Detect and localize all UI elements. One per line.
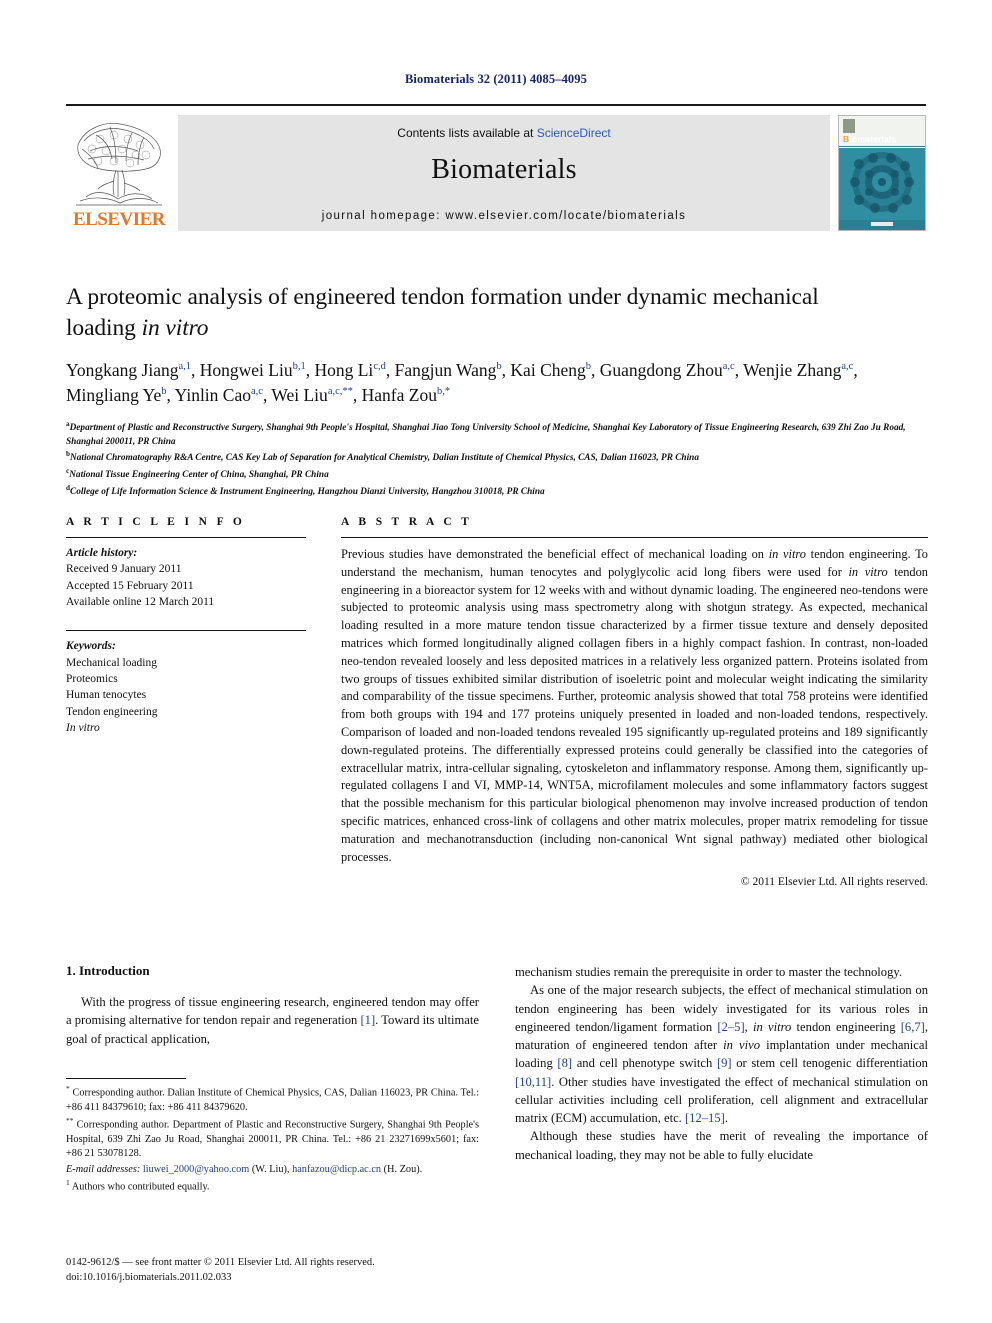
keywords-block: Keywords: Mechanical loading Proteomics Hu… <box>66 631 306 736</box>
affiliation-item: cNational Tissue Engineering Center of C… <box>66 467 329 481</box>
footnote-corresponding-2: ** Corresponding author. Department of P… <box>66 1116 479 1160</box>
keyword-items: Mechanical loading Proteomics Human tenocy… <box>66 655 306 737</box>
affiliation-item: dCollege of Life Information Science & I… <box>66 484 545 498</box>
elsevier-wordmark: ELSEVIER <box>72 209 166 230</box>
body-column-right: mechanism studies remain the prerequisit… <box>515 963 928 1164</box>
author-affiliation-marker: b <box>585 361 592 373</box>
keyword-item: Human tenocytes <box>66 689 147 702</box>
introduction-heading: 1. Introduction <box>66 963 150 978</box>
affiliation-list: aDepartment of Plastic and Reconstructiv… <box>66 419 928 500</box>
issn-line: 0142-9612/$ — see front matter © 2011 El… <box>66 1257 375 1268</box>
doi-line[interactable]: doi:10.1016/j.biomaterials.2011.02.033 <box>66 1270 566 1285</box>
article-history-item: Received 9 January 2011 <box>66 563 182 576</box>
keywords-label: Keywords: <box>66 640 116 653</box>
page-footer: 0142-9612/$ — see front matter © 2011 El… <box>66 1255 566 1285</box>
title-line-2-italic: in vitro <box>141 314 209 341</box>
right-paragraph-1: mechanism studies remain the prerequisit… <box>515 965 903 979</box>
journal-masthead: ELSEVIER Contents lists available at Sci… <box>66 104 926 231</box>
elsevier-logo: ELSEVIER <box>66 115 172 231</box>
author-affiliation-marker: b <box>161 386 167 398</box>
author-name: Yinlin Cao <box>174 384 251 405</box>
abstract-heading: A B S T R A C T <box>341 516 473 528</box>
journal-article-page: Biomaterials 32 (2011) 4085–4095 ELSEVIE… <box>0 0 992 1323</box>
journal-header-band: Contents lists available at ScienceDirec… <box>178 115 830 231</box>
author-affiliation-marker: b,* <box>436 386 451 398</box>
footnotes-block: * Corresponding author. Dalian Institute… <box>66 1078 479 1196</box>
affiliation-marker: d <box>66 484 70 493</box>
running-head: Biomaterials 32 (2011) 4085–4095 <box>404 72 587 86</box>
affiliation-marker: c <box>66 467 70 476</box>
author-affiliation-marker: a,c <box>250 386 263 398</box>
footnote-equal-contribution: 1 Authors who contributed equally. <box>66 1178 210 1193</box>
author-name: Fangjun Wang <box>394 360 497 381</box>
article-history-block: Article history: Received 9 January 2011… <box>66 538 306 610</box>
article-info-heading: A R T I C L E I N F O <box>66 516 246 528</box>
affiliation-item: bNational Chromatography R&A Centre, CAS… <box>66 450 700 464</box>
keyword-item: Proteomics <box>66 672 118 685</box>
article-info-column: A R T I C L E I N F O Article history: R… <box>66 516 306 888</box>
footnote-rule <box>66 1078 186 1079</box>
contents-prefix-text: Contents lists available at <box>397 126 537 140</box>
journal-homepage-line[interactable]: journal homepage: www.elsevier.com/locat… <box>178 210 830 222</box>
author-name: Wei Liu <box>271 384 328 405</box>
affiliation-item: aDepartment of Plastic and Reconstructiv… <box>66 419 906 447</box>
author-affiliation-marker: b,1 <box>292 361 306 373</box>
title-line-1: A proteomic analysis of engineered tendo… <box>66 284 819 310</box>
author-name: Hong Li <box>314 360 374 381</box>
abstract-column: A B S T R A C T Previous studies have de… <box>341 516 928 888</box>
footnote-emails: E-mail addresses: liuwei_2000@yahoo.com … <box>66 1163 423 1175</box>
affiliation-marker: a <box>66 419 70 428</box>
author-name: Mingliang Ye <box>66 384 162 405</box>
article-history-item: Accepted 15 February 2011 <box>66 579 194 592</box>
copyright-line: © 2011 Elsevier Ltd. All rights reserved… <box>740 876 928 889</box>
author-name: Kai Cheng <box>510 360 586 381</box>
contents-available-line: Contents lists available at ScienceDirec… <box>178 115 830 140</box>
article-history-item: Available online 12 March 2011 <box>66 595 215 608</box>
affiliation-marker: b <box>66 450 70 459</box>
introduction-paragraph-left: With the progress of tissue engineering … <box>66 995 479 1046</box>
footnote-corresponding-1: * Corresponding author. Dalian Institute… <box>66 1084 479 1113</box>
sciencedirect-link[interactable]: ScienceDirect <box>537 126 611 140</box>
info-and-abstract: A R T I C L E I N F O Article history: R… <box>66 516 928 888</box>
author-affiliation-marker: a,1 <box>178 361 192 373</box>
page-title: A proteomic analysis of engineered tendo… <box>66 282 928 343</box>
right-paragraph-2: As one of the major research subjects, t… <box>515 983 928 1125</box>
right-paragraph-3: Although these studies have the merit of… <box>515 1129 928 1162</box>
article-history-items: Received 9 January 2011 Accepted 15 Febru… <box>66 561 306 610</box>
author-affiliation-marker: a,c <box>722 361 735 373</box>
abstract-text: Previous studies have demonstrated the b… <box>341 547 928 864</box>
title-block: A proteomic analysis of engineered tendo… <box>66 282 928 500</box>
cover-artwork <box>839 148 925 230</box>
author-affiliation-marker: a,c <box>841 361 854 373</box>
title-line-2-plain: loading <box>66 314 142 341</box>
cover-footer-text: ELSEVIER <box>872 222 892 227</box>
author-name: Yongkang Jiang <box>66 360 179 381</box>
author-name: Guangdong Zhou <box>599 360 723 381</box>
author-name: Hongwei Liu <box>199 360 293 381</box>
journal-cover-thumbnail: Biomaterials ELSEVIER <box>838 115 926 231</box>
journal-title: Biomaterials <box>431 154 577 185</box>
author-affiliation-marker: a,c,** <box>327 386 353 398</box>
keyword-item: Mechanical loading <box>66 656 158 669</box>
author-name: Wenjie Zhang <box>743 360 842 381</box>
keyword-item: In vitro <box>66 721 100 734</box>
author-name: Hanfa Zou <box>361 384 437 405</box>
elsevier-tree-icon <box>76 123 162 206</box>
author-affiliation-marker: c,d <box>373 361 386 373</box>
author-list: Yongkang Jianga,1, Hongwei Liub,1, Hong … <box>66 360 858 405</box>
article-history-label: Article history: <box>66 547 138 559</box>
author-affiliation-marker: b <box>496 361 502 373</box>
keyword-item: Tendon engineering <box>66 705 158 718</box>
